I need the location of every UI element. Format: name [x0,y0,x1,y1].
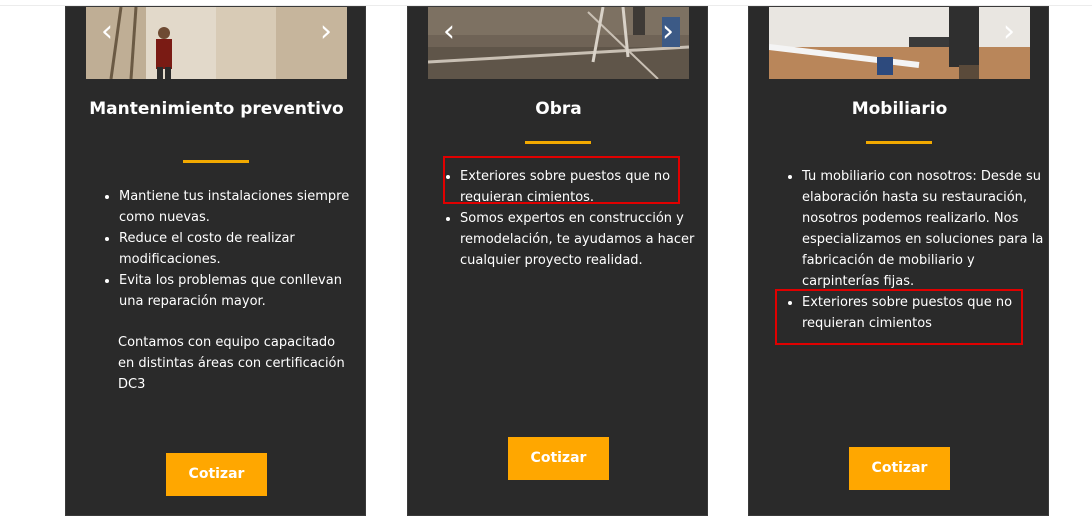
title-divider [525,141,591,144]
list-item: Mantiene tus instalaciones siempre como … [119,186,369,228]
card-title: Mantenimiento preventivo [89,99,344,119]
carousel-next-button[interactable]: › [998,17,1020,47]
carousel-next-button[interactable]: › [315,17,337,47]
carousel-next-button[interactable]: › [657,17,679,47]
list-item: Reduce el costo de realizar modificacion… [119,228,369,270]
card-title: Obra [535,99,582,119]
card-title: Mobiliario [851,99,948,119]
list-item: Somos expertos en construcción y remodel… [460,208,710,271]
list-item: Evita los problemas que conllevan una re… [119,270,369,312]
carousel-prev-button[interactable]: ‹ [96,17,118,47]
highlight-box-mobiliario [775,289,1023,345]
cotizar-button[interactable]: Cotizar [508,437,609,480]
cotizar-button[interactable]: Cotizar [166,453,267,496]
service-card-obra: ‹ › Obra Exteriores sobre puestos que no… [407,6,708,516]
certification-note: Contamos con equipo capacitado en distin… [118,335,345,392]
service-card-mantenimiento: ‹ › Mantenimiento preventivo Mantiene tu… [65,6,366,516]
carousel-image: ‹ › [428,7,689,79]
title-divider [866,141,932,144]
title-divider [183,160,249,163]
carousel-prev-button[interactable]: ‹ [438,17,460,47]
carousel-image: ‹ › [86,7,347,79]
list-item: Tu mobiliario con nosotros: Desde su ela… [802,166,1047,292]
service-card-mobiliario: › Mobiliario Tu mobiliario con nosotros:… [748,6,1049,516]
carousel-image: › [769,7,1030,79]
highlight-box-obra [443,156,680,204]
cotizar-button[interactable]: Cotizar [849,447,950,490]
